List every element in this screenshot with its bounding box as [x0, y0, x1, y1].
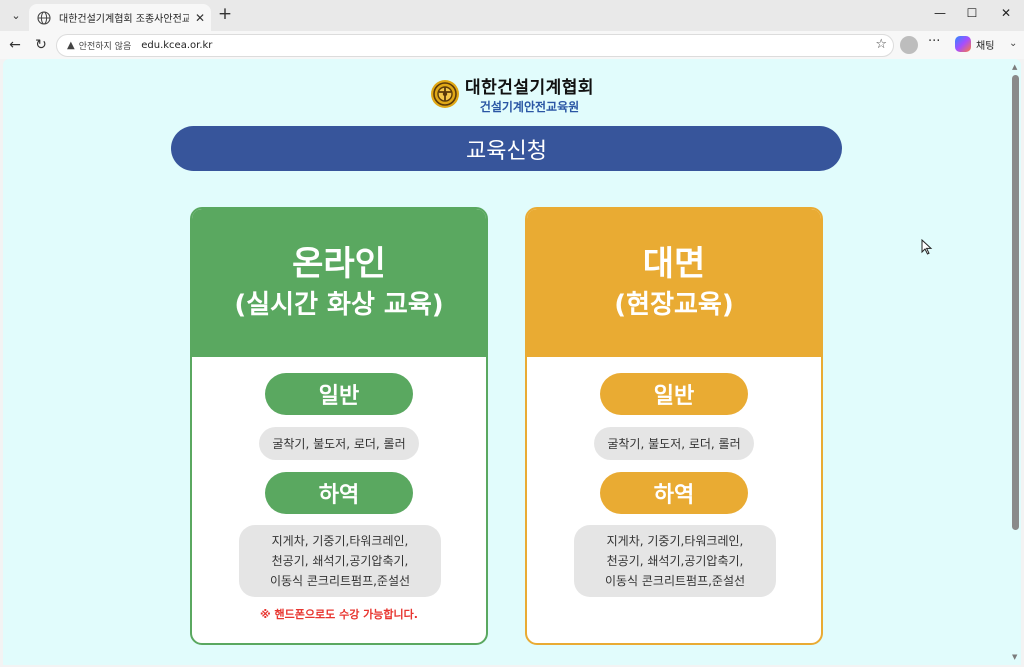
org-subtitle: 건설기계안전교육원	[479, 100, 580, 114]
offline-card-header: 대면 (현장교육)	[527, 209, 821, 357]
warning-icon[interactable]: ▲	[67, 40, 75, 51]
browser-tab[interactable]: 대한건설기계협회 조종사안전교육 ✕	[29, 4, 211, 31]
offline-hayeok-desc-line: 지게차, 기중기,타워크레인,	[606, 534, 744, 548]
org-name: 대한건설기계협회	[464, 78, 595, 98]
reload-icon[interactable]: ↻	[32, 36, 50, 54]
new-tab-button[interactable]: +	[216, 6, 234, 24]
address-bar[interactable]: ▲ 안전하지 않음 edu.kcea.or.kr ☆	[56, 34, 894, 57]
browser-toolbar: ← ↻ ▲ 안전하지 않음 edu.kcea.or.kr ☆ ··· 채팅 ⌄	[0, 31, 1024, 59]
maximize-button[interactable]: ☐	[962, 6, 982, 24]
profile-avatar[interactable]	[900, 36, 918, 54]
chevron-down-icon[interactable]: ⌄	[1009, 38, 1017, 49]
mouse-cursor-icon	[921, 239, 933, 255]
copilot-button[interactable]: 채팅	[955, 36, 994, 52]
close-window-button[interactable]: ✕	[996, 6, 1016, 24]
offline-general-button[interactable]: 일반	[600, 373, 748, 415]
offline-hayeok-desc-line: 천공기, 쇄석기,공기압축기,	[606, 554, 744, 568]
globe-icon	[37, 10, 51, 25]
mobile-notice: ※ 핸드폰으로도 수강 가능합니다.	[260, 608, 418, 621]
tab-list-button[interactable]: ⌄	[6, 5, 26, 25]
star-icon[interactable]: ☆	[875, 37, 887, 52]
online-hayeok-desc-line: 이동식 콘크리트펌프,준설선	[269, 574, 411, 588]
scrollbar-thumb[interactable]	[1012, 75, 1019, 530]
minimize-button[interactable]: —	[930, 6, 950, 24]
browser-tab-bar: ⌄ 대한건설기계협회 조종사안전교육 ✕ + — ☐ ✕	[0, 0, 1024, 31]
site-header: 대한건설기계협회 건설기계안전교육원	[3, 73, 1021, 115]
online-education-card: 온라인 (실시간 화상 교육) 일반 굴착기, 불도저, 로더, 롤러 하역 지…	[190, 207, 488, 645]
copilot-label: 채팅	[976, 40, 995, 52]
online-general-button[interactable]: 일반	[265, 373, 413, 415]
offline-general-desc: 굴착기, 불도저, 로더, 롤러	[594, 427, 754, 460]
vertical-scrollbar[interactable]: ▲ ▼	[1012, 63, 1019, 661]
online-card-header: 온라인 (실시간 화상 교육)	[192, 209, 486, 357]
scroll-down-arrow-icon[interactable]: ▼	[1012, 653, 1017, 661]
online-hayeok-button[interactable]: 하역	[265, 472, 413, 514]
offline-hayeok-desc: 지게차, 기중기,타워크레인, 천공기, 쇄석기,공기압축기, 이동식 콘크리트…	[574, 525, 776, 597]
tab-close-icon[interactable]: ✕	[195, 11, 205, 25]
offline-card-title: 대면	[642, 244, 706, 284]
brand-logo[interactable]: 대한건설기계협회 건설기계안전교육원	[430, 73, 594, 115]
page-viewport: 대한건설기계협회 건설기계안전교육원 교육신청 온라인 (실시간 화상 교육) …	[3, 59, 1021, 665]
back-arrow-icon[interactable]: ←	[6, 36, 24, 54]
page-title-banner: 교육신청	[171, 126, 842, 171]
online-hayeok-desc: 지게차, 기중기,타워크레인, 천공기, 쇄석기,공기압축기, 이동식 콘크리트…	[239, 525, 441, 597]
url-text[interactable]: edu.kcea.or.kr	[141, 40, 212, 51]
more-menu-icon[interactable]: ···	[928, 34, 940, 49]
association-emblem-icon	[430, 80, 459, 108]
online-general-desc: 굴착기, 불도저, 로더, 롤러	[259, 427, 419, 460]
offline-card-subtitle: (현장교육)	[614, 290, 734, 320]
online-card-subtitle: (실시간 화상 교육)	[234, 290, 444, 320]
tab-title: 대한건설기계협회 조종사안전교육	[59, 14, 189, 25]
online-hayeok-desc-line: 지게차, 기중기,타워크레인,	[271, 534, 409, 548]
offline-education-card: 대면 (현장교육) 일반 굴착기, 불도저, 로더, 롤러 하역 지게차, 기중…	[525, 207, 823, 645]
online-card-title: 온라인	[292, 244, 386, 284]
offline-hayeok-desc-line: 이동식 콘크리트펌프,준설선	[604, 574, 746, 588]
copilot-icon	[955, 36, 971, 52]
scroll-up-arrow-icon[interactable]: ▲	[1012, 63, 1017, 71]
offline-hayeok-button[interactable]: 하역	[600, 472, 748, 514]
online-hayeok-desc-line: 천공기, 쇄석기,공기압축기,	[271, 554, 409, 568]
security-status[interactable]: 안전하지 않음	[79, 39, 132, 52]
